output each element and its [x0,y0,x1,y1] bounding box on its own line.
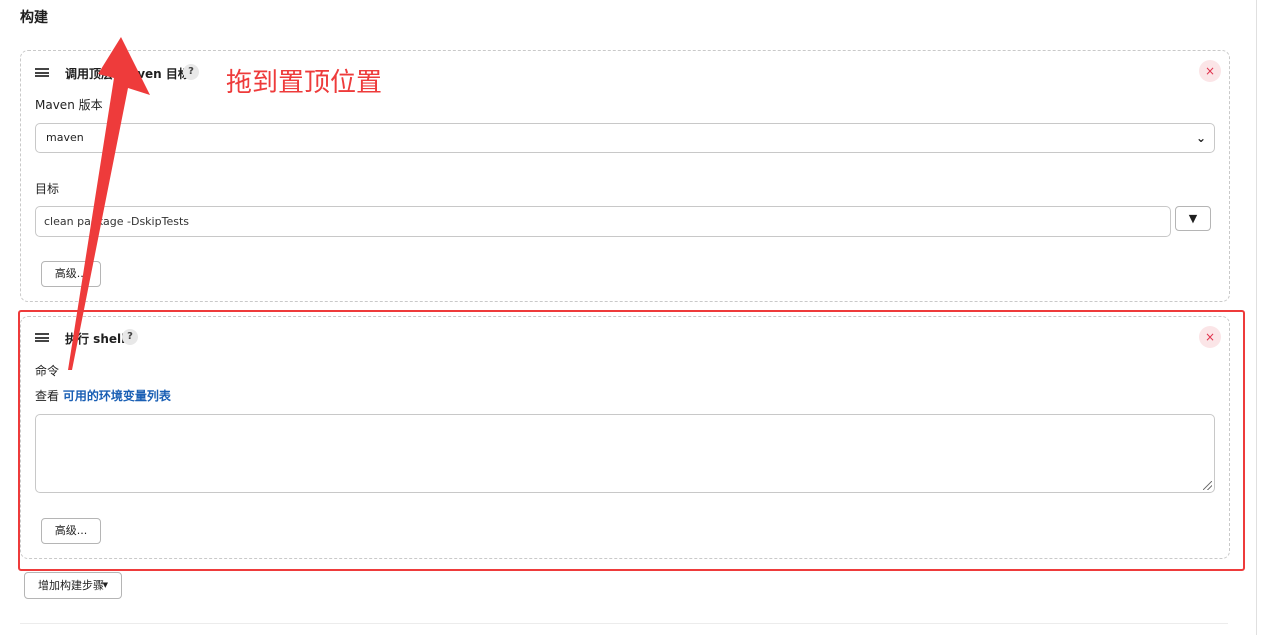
section-title: 构建 [20,10,48,26]
select-value: maven [46,131,84,144]
resize-grip-icon[interactable] [1203,481,1212,490]
goals-input[interactable]: clean package -DskipTests [35,206,1171,237]
chevron-down-icon: ⌄ [1195,131,1206,145]
maven-version-select[interactable]: maven ⌄ [35,123,1215,153]
step-title: 调用顶层 Maven 目标 [65,67,190,81]
build-step-shell: 执行 shell ? × 命令 查看 可用的环境变量列表 高级... [20,316,1230,559]
goals-label: 目标 [35,182,60,196]
expand-goals-button[interactable]: ▼ [1175,206,1211,231]
advanced-button[interactable]: 高级... [41,518,101,544]
env-vars-link[interactable]: 可用的环境变量列表 [63,389,171,403]
step-title: 执行 shell [65,332,126,346]
bottom-divider [20,623,1228,624]
advanced-button[interactable]: 高级... [41,261,101,287]
question-icon[interactable]: ? [122,329,138,345]
command-textarea[interactable] [35,414,1215,493]
maven-version-label: Maven 版本 [35,98,103,112]
annotation-text: 拖到置顶位置 [226,68,383,98]
close-icon[interactable]: × [1199,326,1221,348]
question-icon[interactable]: ? [183,64,199,80]
command-label: 命令 [35,364,60,378]
env-vars-prefix: 查看 [35,389,63,403]
drag-handle-icon[interactable] [35,333,49,342]
add-build-step-button[interactable]: 增加构建步骤 ▼ [24,572,122,599]
build-step-maven: 调用顶层 Maven 目标 ? × Maven 版本 maven ⌄ 目标 cl… [20,50,1230,302]
drag-handle-icon[interactable] [35,68,49,77]
close-icon[interactable]: × [1199,60,1221,82]
caret-down-icon: ▼ [102,581,108,589]
add-build-step-label: 增加构建步骤 [38,579,104,592]
page-right-border [1256,0,1257,635]
env-vars-line: 查看 可用的环境变量列表 [35,387,171,404]
